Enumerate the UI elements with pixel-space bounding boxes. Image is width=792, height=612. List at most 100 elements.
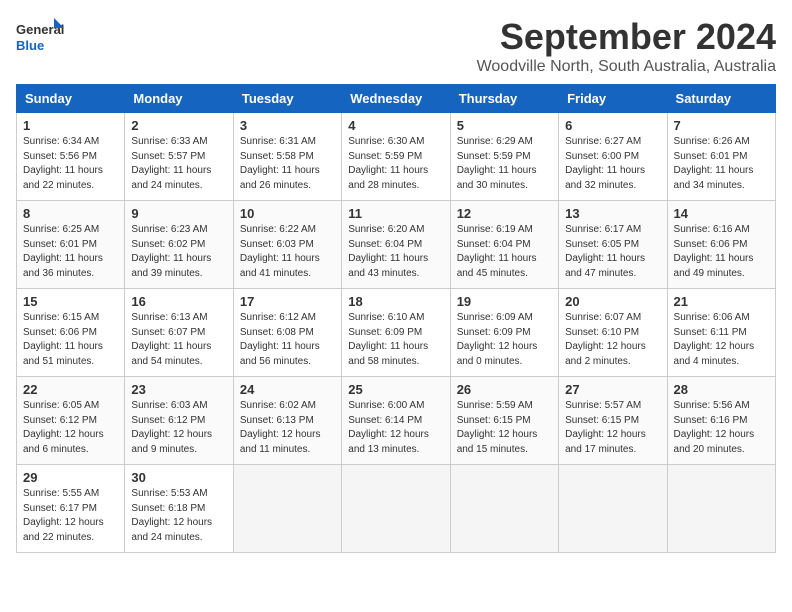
day-number: 20 <box>565 294 660 309</box>
table-row: 2 Sunrise: 6:33 AMSunset: 5:57 PMDaylight… <box>125 113 233 201</box>
day-number: 3 <box>240 118 335 133</box>
day-info: Sunrise: 6:00 AMSunset: 6:14 PMDaylight:… <box>348 399 443 457</box>
table-row: 3 Sunrise: 6:31 AMSunset: 5:58 PMDaylight… <box>233 113 341 201</box>
table-row: 26 Sunrise: 5:59 AMSunset: 6:15 PMDayligh… <box>450 377 558 465</box>
day-info: Sunrise: 6:09 AMSunset: 6:09 PMDaylight:… <box>457 311 552 369</box>
col-header-thursday: Thursday <box>450 85 558 113</box>
day-number: 29 <box>23 470 118 485</box>
col-header-tuesday: Tuesday <box>233 85 341 113</box>
day-info: Sunrise: 6:33 AMSunset: 5:57 PMDaylight:… <box>131 135 226 193</box>
logo: General Blue <box>16 16 66 61</box>
table-row: 16 Sunrise: 6:13 AMSunset: 6:07 PMDayligh… <box>125 289 233 377</box>
col-header-wednesday: Wednesday <box>342 85 450 113</box>
logo-svg: General Blue <box>16 16 66 61</box>
day-info: Sunrise: 6:02 AMSunset: 6:13 PMDaylight:… <box>240 399 335 457</box>
table-row: 8 Sunrise: 6:25 AMSunset: 6:01 PMDaylight… <box>17 201 125 289</box>
day-number: 6 <box>565 118 660 133</box>
table-row <box>450 465 558 553</box>
week-row-5: 29 Sunrise: 5:55 AMSunset: 6:17 PMDayligh… <box>17 465 776 553</box>
day-number: 26 <box>457 382 552 397</box>
table-row <box>342 465 450 553</box>
table-row: 15 Sunrise: 6:15 AMSunset: 6:06 PMDayligh… <box>17 289 125 377</box>
week-row-1: 1 Sunrise: 6:34 AMSunset: 5:56 PMDaylight… <box>17 113 776 201</box>
day-info: Sunrise: 5:57 AMSunset: 6:15 PMDaylight:… <box>565 399 660 457</box>
day-number: 11 <box>348 206 443 221</box>
day-info: Sunrise: 6:31 AMSunset: 5:58 PMDaylight:… <box>240 135 335 193</box>
day-info: Sunrise: 6:27 AMSunset: 6:00 PMDaylight:… <box>565 135 660 193</box>
table-row: 18Sunrise: 6:10 AMSunset: 6:09 PMDayligh… <box>342 289 450 377</box>
location-title: Woodville North, South Australia, Austra… <box>477 58 776 76</box>
col-header-saturday: Saturday <box>667 85 775 113</box>
day-number: 30 <box>131 470 226 485</box>
day-number: 1 <box>23 118 118 133</box>
day-number: 17 <box>240 294 335 309</box>
day-info: Sunrise: 6:10 AMSunset: 6:09 PMDaylight:… <box>348 311 443 369</box>
col-header-friday: Friday <box>559 85 667 113</box>
day-number: 12 <box>457 206 552 221</box>
day-info: Sunrise: 6:12 AMSunset: 6:08 PMDaylight:… <box>240 311 335 369</box>
table-row: 29 Sunrise: 5:55 AMSunset: 6:17 PMDayligh… <box>17 465 125 553</box>
day-info: Sunrise: 6:16 AMSunset: 6:06 PMDaylight:… <box>674 223 769 281</box>
day-number: 8 <box>23 206 118 221</box>
table-row: 11 Sunrise: 6:20 AMSunset: 6:04 PMDayligh… <box>342 201 450 289</box>
day-number: 14 <box>674 206 769 221</box>
table-row: 5 Sunrise: 6:29 AMSunset: 5:59 PMDaylight… <box>450 113 558 201</box>
week-row-2: 8 Sunrise: 6:25 AMSunset: 6:01 PMDaylight… <box>17 201 776 289</box>
day-info: Sunrise: 6:17 AMSunset: 6:05 PMDaylight:… <box>565 223 660 281</box>
day-number: 23 <box>131 382 226 397</box>
day-info: Sunrise: 6:23 AMSunset: 6:02 PMDaylight:… <box>131 223 226 281</box>
day-info: Sunrise: 6:26 AMSunset: 6:01 PMDaylight:… <box>674 135 769 193</box>
table-row: 6 Sunrise: 6:27 AMSunset: 6:00 PMDaylight… <box>559 113 667 201</box>
table-row: 24 Sunrise: 6:02 AMSunset: 6:13 PMDayligh… <box>233 377 341 465</box>
day-info: Sunrise: 6:34 AMSunset: 5:56 PMDaylight:… <box>23 135 118 193</box>
week-row-3: 15 Sunrise: 6:15 AMSunset: 6:06 PMDayligh… <box>17 289 776 377</box>
col-header-sunday: Sunday <box>17 85 125 113</box>
table-row: 10 Sunrise: 6:22 AMSunset: 6:03 PMDayligh… <box>233 201 341 289</box>
table-row: 21 Sunrise: 6:06 AMSunset: 6:11 PMDayligh… <box>667 289 775 377</box>
day-number: 21 <box>674 294 769 309</box>
day-info: Sunrise: 6:29 AMSunset: 5:59 PMDaylight:… <box>457 135 552 193</box>
day-number: 15 <box>23 294 118 309</box>
day-info: Sunrise: 6:15 AMSunset: 6:06 PMDaylight:… <box>23 311 118 369</box>
day-info: Sunrise: 6:25 AMSunset: 6:01 PMDaylight:… <box>23 223 118 281</box>
day-number: 13 <box>565 206 660 221</box>
day-info: Sunrise: 5:55 AMSunset: 6:17 PMDaylight:… <box>23 487 118 545</box>
day-number: 2 <box>131 118 226 133</box>
table-row: 12 Sunrise: 6:19 AMSunset: 6:04 PMDayligh… <box>450 201 558 289</box>
table-row <box>667 465 775 553</box>
title-area: September 2024 Woodville North, South Au… <box>477 16 776 76</box>
day-info: Sunrise: 6:06 AMSunset: 6:11 PMDaylight:… <box>674 311 769 369</box>
day-info: Sunrise: 6:05 AMSunset: 6:12 PMDaylight:… <box>23 399 118 457</box>
day-info: Sunrise: 6:22 AMSunset: 6:03 PMDaylight:… <box>240 223 335 281</box>
table-row: 13 Sunrise: 6:17 AMSunset: 6:05 PMDayligh… <box>559 201 667 289</box>
day-number: 9 <box>131 206 226 221</box>
table-row: 30Sunrise: 5:53 AMSunset: 6:18 PMDayligh… <box>125 465 233 553</box>
week-row-4: 22 Sunrise: 6:05 AMSunset: 6:12 PMDayligh… <box>17 377 776 465</box>
calendar-table: SundayMondayTuesdayWednesdayThursdayFrid… <box>16 84 776 553</box>
day-number: 16 <box>131 294 226 309</box>
table-row: 27Sunrise: 5:57 AMSunset: 6:15 PMDayligh… <box>559 377 667 465</box>
day-info: Sunrise: 6:19 AMSunset: 6:04 PMDaylight:… <box>457 223 552 281</box>
table-row: 25Sunrise: 6:00 AMSunset: 6:14 PMDayligh… <box>342 377 450 465</box>
day-number: 19 <box>457 294 552 309</box>
table-row: 14 Sunrise: 6:16 AMSunset: 6:06 PMDayligh… <box>667 201 775 289</box>
table-row: 19 Sunrise: 6:09 AMSunset: 6:09 PMDayligh… <box>450 289 558 377</box>
table-row: 9 Sunrise: 6:23 AMSunset: 6:02 PMDaylight… <box>125 201 233 289</box>
day-number: 24 <box>240 382 335 397</box>
day-info: Sunrise: 5:59 AMSunset: 6:15 PMDaylight:… <box>457 399 552 457</box>
table-row: 17 Sunrise: 6:12 AMSunset: 6:08 PMDayligh… <box>233 289 341 377</box>
month-title: September 2024 <box>477 16 776 58</box>
day-info: Sunrise: 6:20 AMSunset: 6:04 PMDaylight:… <box>348 223 443 281</box>
day-number: 5 <box>457 118 552 133</box>
table-row: 22 Sunrise: 6:05 AMSunset: 6:12 PMDayligh… <box>17 377 125 465</box>
header: General Blue September 2024 Woodville No… <box>16 16 776 76</box>
day-info: Sunrise: 6:30 AMSunset: 5:59 PMDaylight:… <box>348 135 443 193</box>
day-number: 10 <box>240 206 335 221</box>
table-row: 23Sunrise: 6:03 AMSunset: 6:12 PMDayligh… <box>125 377 233 465</box>
table-row: 4Sunrise: 6:30 AMSunset: 5:59 PMDaylight… <box>342 113 450 201</box>
table-row: 28Sunrise: 5:56 AMSunset: 6:16 PMDayligh… <box>667 377 775 465</box>
day-number: 22 <box>23 382 118 397</box>
svg-text:Blue: Blue <box>16 38 44 53</box>
day-number: 28 <box>674 382 769 397</box>
day-info: Sunrise: 6:13 AMSunset: 6:07 PMDaylight:… <box>131 311 226 369</box>
